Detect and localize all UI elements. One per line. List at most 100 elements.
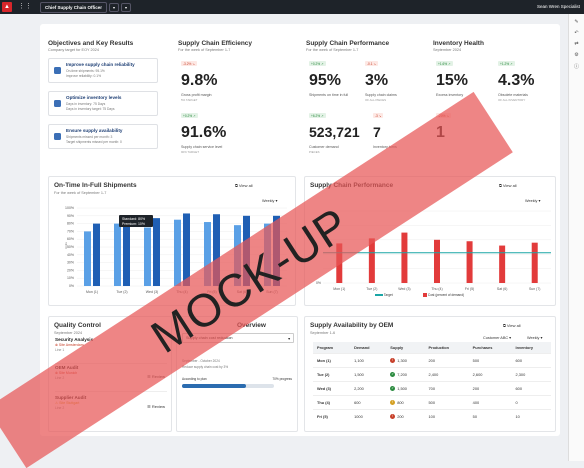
kpi-value: 3% [365,72,389,89]
bar-standard [174,219,181,286]
app-grid-icon[interactable]: ⋮⋮ [18,3,32,11]
settings-icon[interactable]: ⚙ [569,52,584,58]
kpi-delta: -0.1 ↘ [365,61,379,66]
oem-card: Supply Availability by OEM September 1-6… [304,316,556,432]
kpi-foot: OF ALL PIECES [365,98,387,102]
col-header: Demand [350,342,387,354]
info-icon[interactable]: ⓘ [569,63,584,70]
table-cell: 700 [424,381,469,396]
y-tick-label: 0% [69,284,74,288]
table-cell: 600 [511,381,551,396]
error-icon: ! [390,414,396,420]
table-cell: 500 [468,353,512,368]
logo-icon[interactable]: ▲ [2,2,12,12]
okr-item-line: On-time shipments: 95.1% [66,69,105,73]
kpi-label: Excess inventory [436,93,464,97]
bar-cost [466,241,473,283]
performance-header: Supply Chain Performance For the week of… [306,40,426,52]
kpi-tile[interactable]: +6.2% ↗ 523,721 Customer demand PIECES [306,110,366,160]
kpi-value: 523,721 [309,124,360,140]
okr-item-title: Optimize inventory levels [66,95,122,100]
x-tick-label: Mon (1) [333,287,345,291]
bar-standard [84,231,91,286]
kpi-label: Customer demand [309,145,339,149]
okr-item[interactable]: Ensure supply availability Shipments mis… [48,124,158,149]
okr-item[interactable]: Optimize inventory levels Days in invent… [48,91,158,116]
kpi-delta: +1.2% ↗ [498,61,515,66]
table-cell: ! 800 [386,395,425,410]
customer-label: Customer ABC [483,336,509,340]
overview-status: According to plan [182,377,207,381]
kpi-foot: PIECES [309,150,320,154]
okr-item-line: Shipments missed per month: 3 [66,135,113,139]
table-cell: Tue (2) [313,367,351,382]
share-icon[interactable]: ⇄ [569,41,584,47]
kpi-foot: 5% TARGET [181,98,198,102]
app-menu-button[interactable]: ▾ [121,2,132,12]
app-dropdown-button[interactable]: ▾ [109,2,120,12]
y-tick-label: 40% [67,253,74,257]
table-row[interactable]: Thu (4) 600! 800 500 400 0 [313,395,551,410]
y-tick-label: 30% [67,261,74,265]
supply-value: 800 [397,399,404,405]
bar-cost [531,242,538,283]
y-tick-label: 20% [67,268,74,272]
x-tick-label: Mon (1) [86,290,98,294]
kpi-tile[interactable]: -0.1 ↘ 3% Supply chain claims OF ALL PIE… [362,58,414,104]
table-row[interactable]: Mon (1) 1,100! 1,300 200 500 600 [313,353,551,368]
check-icon: ✓ [390,372,396,378]
x-tick-label: Tue (2) [366,287,377,291]
table-row[interactable]: Wed (3) 2,200 ✓ 1,500 700 200 600 [313,381,551,396]
okr-item-line: Improve reliability: 0.1% [66,74,101,78]
table-cell: 1000 [350,409,387,424]
performance-subtitle: For the week of September 1-7 [306,48,359,52]
kpi-label: Obsolete materials [498,93,528,97]
kpi-tile[interactable]: +0.2% ↗ 91.6% Supply chain service level… [178,110,278,160]
customer-dropdown[interactable]: Customer ABC ▾ [483,335,511,340]
user-name[interactable]: Sean Wren Specialist [537,4,580,9]
col-header: Purchases [468,342,512,354]
oem-title: Supply Availability by OEM [310,322,394,329]
kpi-tile[interactable]: +1.2% ↗ 4.3% Obsolete materials OF ALL I… [495,58,555,104]
y-tick-label: 70% [67,229,74,233]
kpi-tile[interactable]: +0.2% ↗ 95% Shipments on time in full [306,58,358,104]
kpi-tile[interactable]: -3.2% ↘ 9.8% Gross profit margin 5% TARG… [178,58,278,104]
supply-value: 1,500 [397,385,407,391]
y-tick-label: 60% [67,237,74,241]
overview-desc: Reduce supply chain cost by 3% [182,365,229,369]
tooltip-line: Premium: 10% [122,222,145,226]
x-tick-label: Tue (2) [116,290,127,294]
kpi-foot: 90% TARGET [181,150,200,154]
top-bar: ▲ ⋮⋮ Chief Supply Chain Officer ▾ ▾ Sean… [0,0,584,14]
table-header: Program Demand Supply Production Purchas… [313,342,551,354]
period-dropdown[interactable]: Weekly ▾ [527,335,542,340]
legend-cost-label: Cost (percent of demand) [427,293,465,297]
chevron-down-icon: ▾ [288,337,290,341]
kpi-tile[interactable]: +1.6% ↗ 15% Excess inventory [433,58,488,104]
okr-item-line: Days in inventory: 75 Days [66,102,106,106]
kpi-delta: +0.2% ↗ [181,113,198,118]
efficiency-title: Supply Chain Efficiency [178,40,253,47]
warehouse-icon [54,100,61,107]
table-row[interactable]: Fri (5) 1000! 200 100 50 10 [313,409,551,424]
y-axis-label: Units [64,242,68,249]
edit-icon[interactable]: ✎ [569,19,584,25]
okr-subtitle: Company target for EOY 2024 [48,48,100,52]
undo-icon[interactable]: ↶ [569,30,584,36]
okr-item[interactable]: Improve supply chain reliability On-time… [48,58,158,83]
performance-title: Supply Chain Performance [306,40,390,47]
overview-progress-label: 70% progress [272,377,292,381]
table-cell: Fri (5) [313,409,351,424]
bar-premium [153,218,160,286]
table-cell: ! 200 [386,409,425,424]
table-cell: 2,200 [350,381,387,396]
table-row[interactable]: Tue (2) 1,500 ✓ 7,200 2,400 2,600 2,300 [313,367,551,382]
view-all-button[interactable]: ⧉ View all [503,323,521,328]
x-tick-label: Wed (3) [398,287,410,291]
x-tick-label: Sun (7) [529,287,540,291]
table-cell: 600 [511,353,551,368]
review-button[interactable]: ☰ Review [147,404,165,409]
app-title[interactable]: Chief Supply Chain Officer [40,1,108,13]
kpi-delta: -3 ↘ [373,113,384,118]
supply-value: 7,200 [397,371,407,377]
